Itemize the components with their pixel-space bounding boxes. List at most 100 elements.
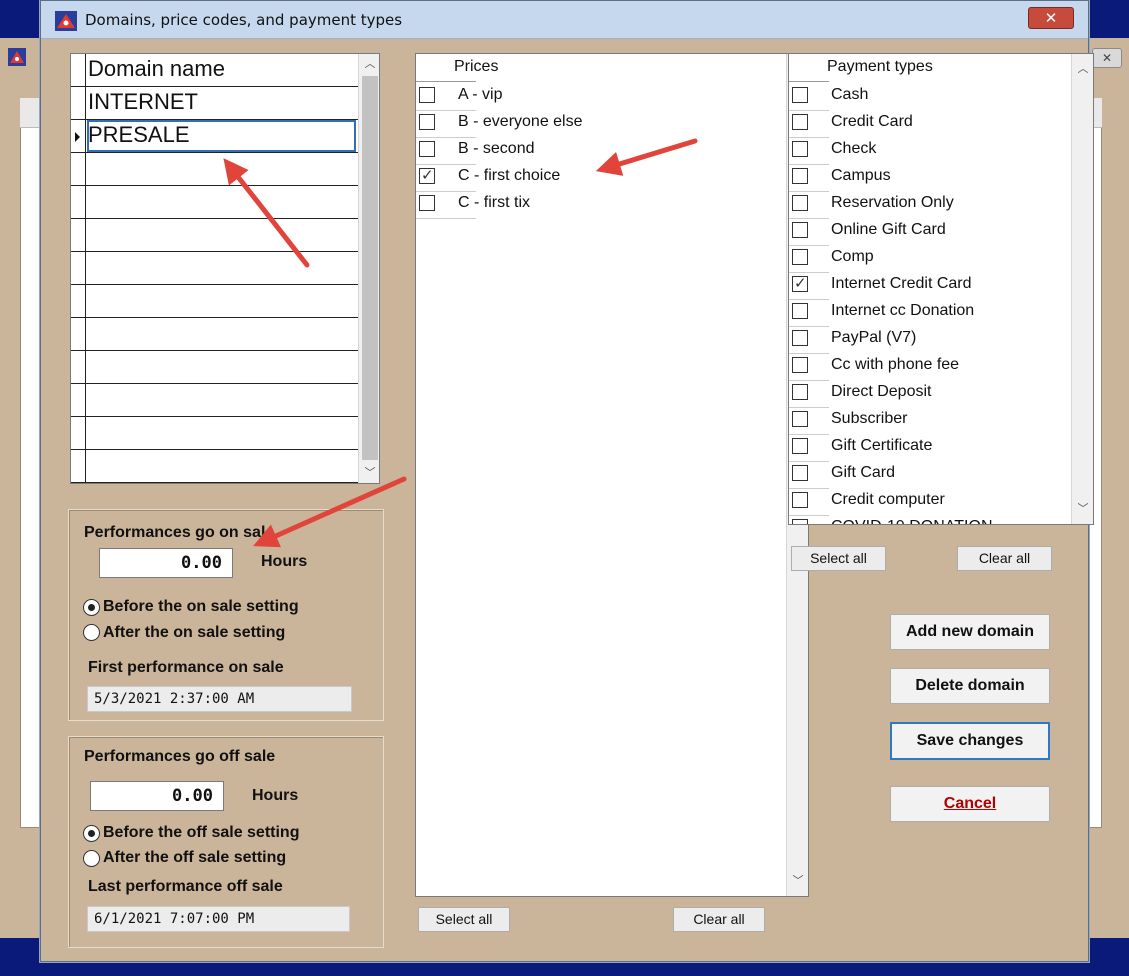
payments-item[interactable]: Gift Certificate [789, 435, 1093, 462]
checkbox[interactable] [792, 303, 808, 319]
domain-grid-row[interactable] [71, 285, 358, 318]
payments-clear-all-button[interactable]: Clear all [957, 546, 1052, 571]
save-changes-button[interactable]: Save changes [890, 722, 1050, 760]
background-close-button[interactable]: ✕ [1092, 48, 1122, 68]
domain-grid-row[interactable] [71, 318, 358, 351]
payments-select-all-button[interactable]: Select all [791, 546, 886, 571]
domain-grid-row[interactable] [71, 384, 358, 417]
payments-item[interactable]: Online Gift Card [789, 219, 1093, 246]
checkbox[interactable] [792, 274, 808, 292]
off-sale-before-radio[interactable] [83, 825, 100, 842]
payments-item[interactable]: Direct Deposit [789, 381, 1093, 408]
row-indicator[interactable] [71, 384, 86, 416]
payments-item[interactable]: Reservation Only [789, 192, 1093, 219]
on-sale-hours-input[interactable]: 0.00 [99, 548, 233, 578]
first-performance-label: First performance on sale [88, 659, 284, 676]
payments-item-label: PayPal (V7) [831, 329, 917, 346]
domain-cell[interactable]: INTERNET [88, 89, 198, 115]
checkbox[interactable] [792, 114, 808, 130]
checkbox[interactable] [419, 166, 435, 184]
payment-types-list[interactable]: Payment types Cash Credit Card Check Campus R… [788, 53, 1094, 525]
domain-grid-row[interactable] [71, 186, 358, 219]
payments-scrollbar[interactable]: ︿ ﹀ [1071, 54, 1093, 524]
payments-item[interactable]: Cash [789, 84, 1093, 111]
domain-grid-row[interactable] [71, 417, 358, 450]
row-indicator[interactable] [71, 54, 86, 86]
row-indicator[interactable] [71, 417, 86, 449]
domain-grid-row[interactable] [71, 351, 358, 384]
checkbox[interactable] [419, 141, 435, 157]
payments-item[interactable]: Comp [789, 246, 1093, 273]
row-indicator[interactable] [71, 219, 86, 251]
domain-grid-row[interactable]: INTERNET [71, 87, 358, 120]
checkbox[interactable] [792, 87, 808, 103]
checkbox[interactable] [792, 438, 808, 454]
row-indicator[interactable] [71, 252, 86, 284]
payments-item[interactable]: Credit computer [789, 489, 1093, 516]
payments-item[interactable]: COVID-19 DONATION [789, 516, 1093, 524]
payments-item[interactable]: Internet cc Donation [789, 300, 1093, 327]
prices-item[interactable]: B - everyone else [416, 111, 808, 138]
off-sale-after-radio[interactable] [83, 850, 100, 867]
scroll-thumb[interactable] [362, 76, 378, 460]
payments-item[interactable]: Subscriber [789, 408, 1093, 435]
checkbox[interactable] [792, 195, 808, 211]
prices-clear-all-button[interactable]: Clear all [673, 907, 765, 932]
domain-grid-row[interactable] [71, 153, 358, 186]
scroll-down-icon[interactable]: ﹀ [1072, 499, 1093, 519]
payments-item[interactable]: PayPal (V7) [789, 327, 1093, 354]
scroll-down-icon[interactable]: ﹀ [359, 463, 379, 483]
payments-item[interactable]: Cc with phone fee [789, 354, 1093, 381]
checkbox[interactable] [792, 519, 808, 524]
on-sale-before-radio[interactable] [83, 599, 100, 616]
prices-item[interactable]: C - first choice [416, 165, 808, 192]
row-indicator[interactable] [71, 87, 86, 119]
payments-item[interactable]: Gift Card [789, 462, 1093, 489]
payments-item[interactable]: Credit Card [789, 111, 1093, 138]
scroll-up-icon[interactable]: ︿ [359, 54, 379, 74]
domain-grid-row[interactable] [71, 252, 358, 285]
prices-item[interactable]: C - first tix [416, 192, 808, 219]
delete-domain-button[interactable]: Delete domain [890, 668, 1050, 704]
scroll-up-icon[interactable]: ︿ [1072, 59, 1093, 79]
domain-grid-scrollbar[interactable]: ︿ ﹀ [358, 54, 379, 483]
checkbox[interactable] [792, 465, 808, 481]
domain-grid-row[interactable] [71, 219, 358, 252]
checkbox[interactable] [792, 411, 808, 427]
checkbox[interactable] [419, 87, 435, 103]
checkbox[interactable] [419, 195, 435, 211]
cancel-button[interactable]: Cancel [890, 786, 1050, 822]
prices-list[interactable]: Prices A - vip B - everyone else B - second… [415, 53, 809, 897]
checkbox[interactable] [792, 141, 808, 157]
prices-select-all-button[interactable]: Select all [418, 907, 510, 932]
domain-grid-row[interactable] [71, 450, 358, 483]
off-sale-hours-input[interactable]: 0.00 [90, 781, 224, 811]
checkbox[interactable] [792, 168, 808, 184]
row-indicator[interactable] [71, 186, 86, 218]
checkbox[interactable] [792, 222, 808, 238]
checkbox[interactable] [792, 357, 808, 373]
app-icon [55, 11, 77, 31]
checkbox[interactable] [419, 114, 435, 130]
row-indicator[interactable] [71, 351, 86, 383]
row-indicator[interactable] [71, 450, 86, 482]
payments-item-label: Direct Deposit [831, 383, 932, 400]
on-sale-after-radio[interactable] [83, 624, 100, 641]
domain-grid[interactable]: Domain name INTERNET PRESALE ︿ ﹀ [70, 53, 380, 484]
close-button[interactable]: ✕ [1028, 7, 1074, 29]
add-new-domain-button[interactable]: Add new domain [890, 614, 1050, 650]
prices-item[interactable]: B - second [416, 138, 808, 165]
checkbox[interactable] [792, 330, 808, 346]
payments-item[interactable]: Campus [789, 165, 1093, 192]
row-indicator[interactable] [71, 318, 86, 350]
checkbox[interactable] [792, 384, 808, 400]
payments-item[interactable]: Check [789, 138, 1093, 165]
payments-item[interactable]: Internet Credit Card [789, 273, 1093, 300]
off-sale-title: Performances go off sale [84, 748, 276, 765]
row-indicator[interactable] [71, 285, 86, 317]
checkbox[interactable] [792, 492, 808, 508]
row-indicator[interactable] [71, 153, 86, 185]
scroll-down-icon[interactable]: ﹀ [787, 871, 808, 891]
checkbox[interactable] [792, 249, 808, 265]
prices-item[interactable]: A - vip [416, 84, 808, 111]
